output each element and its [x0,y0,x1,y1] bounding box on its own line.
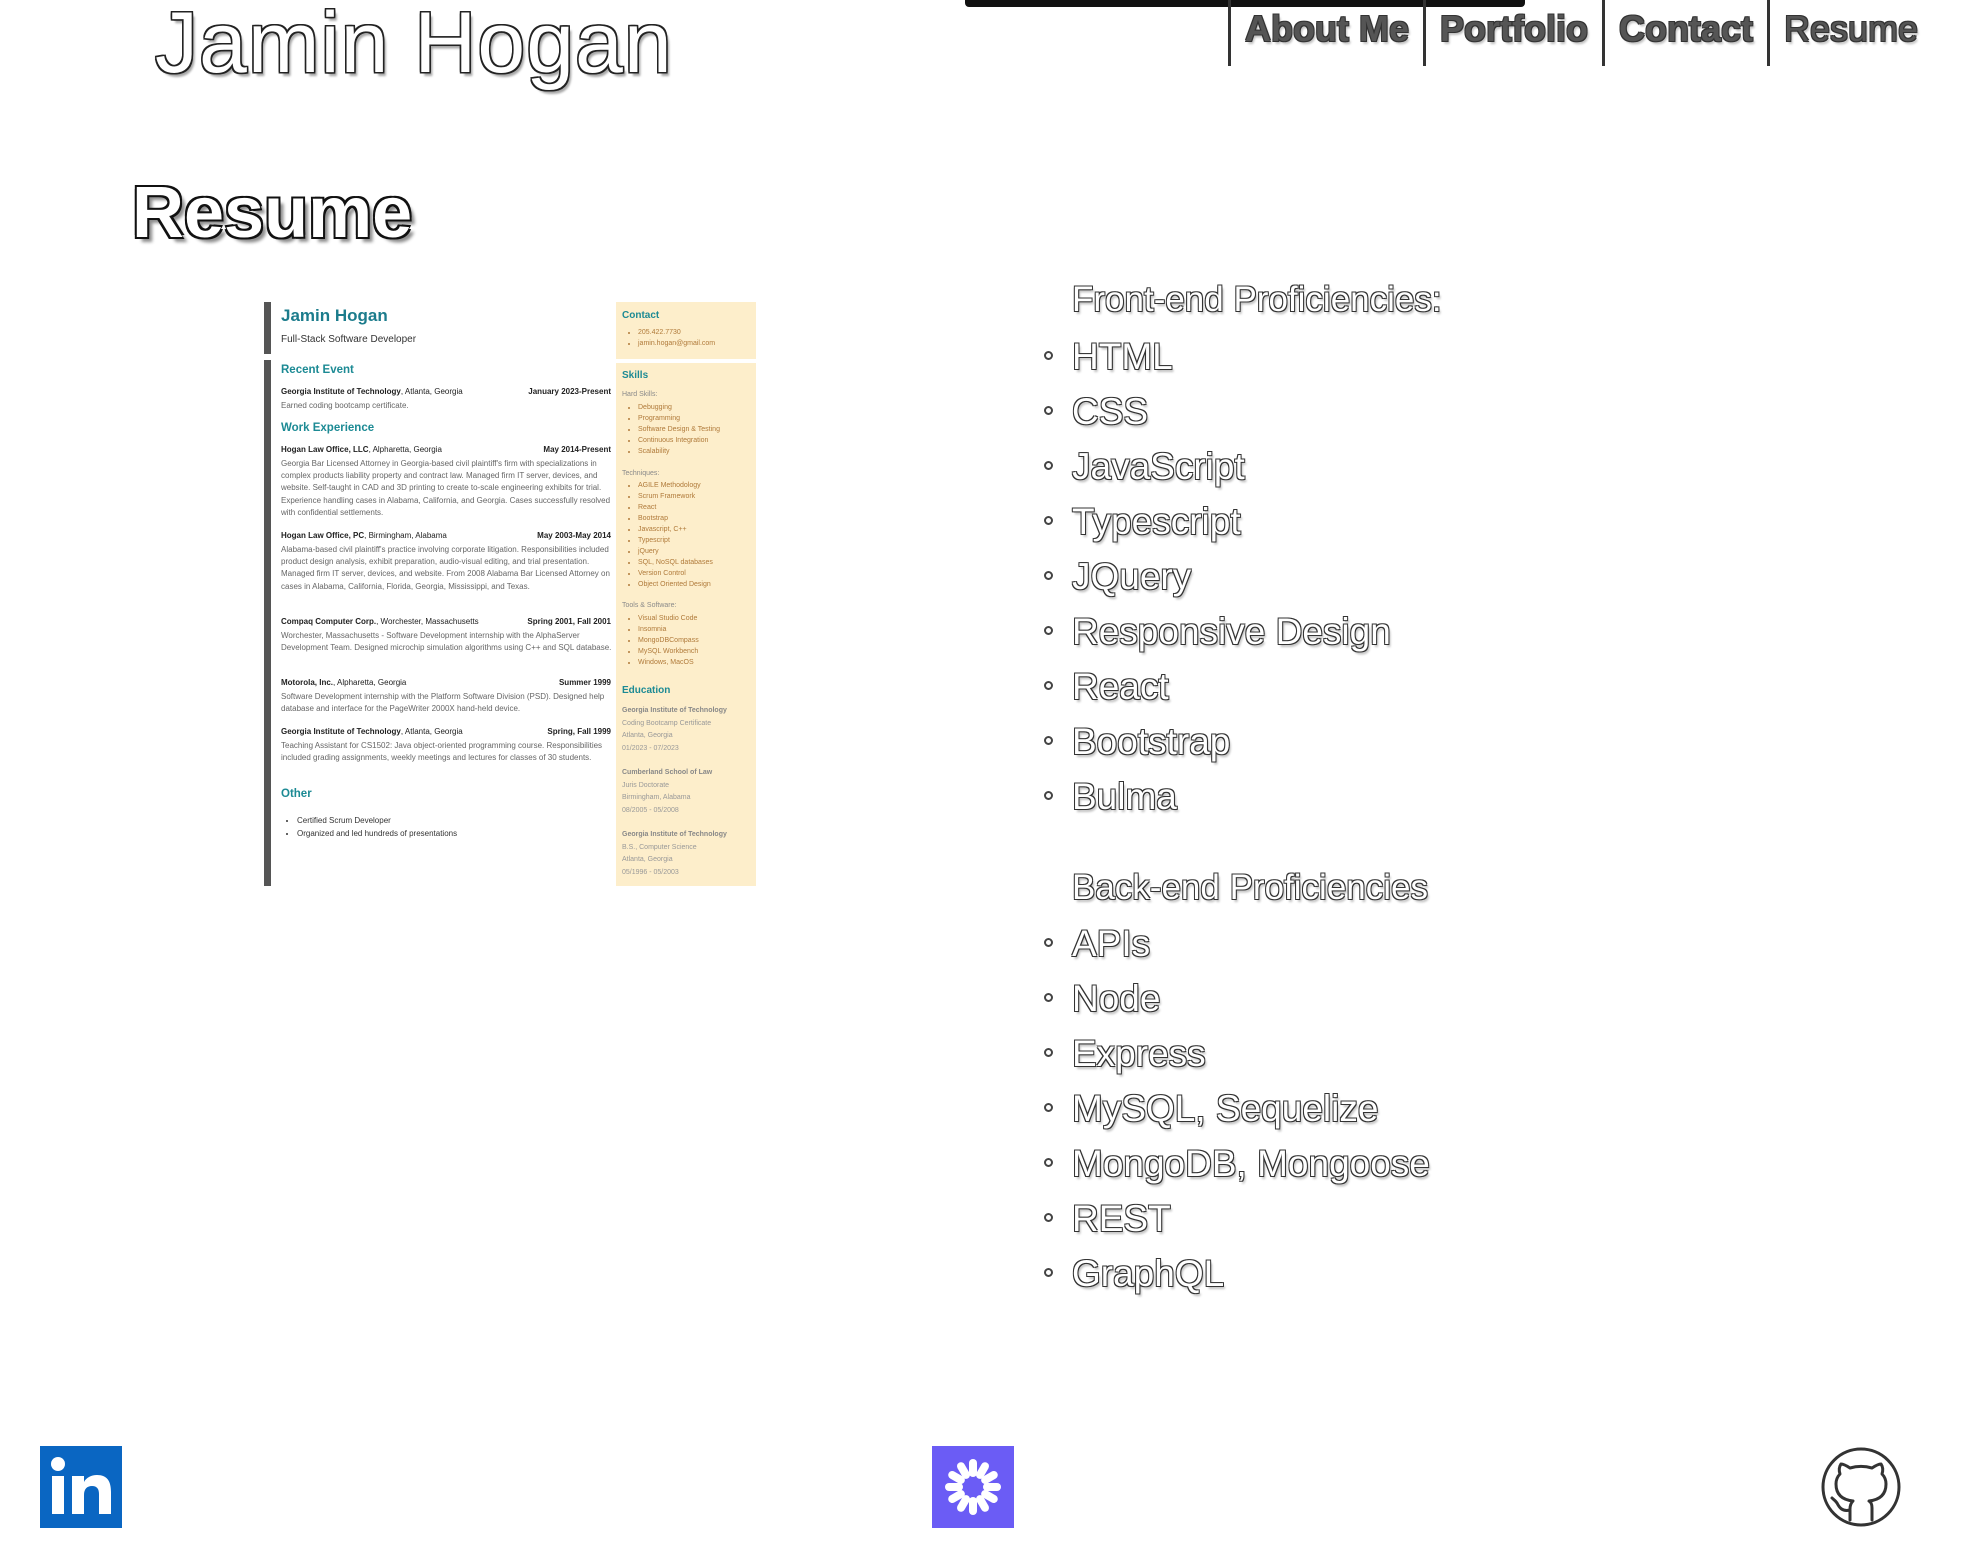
circle-bullet-icon [1044,791,1053,800]
circle-bullet-icon [1044,681,1053,690]
back-end-heading: Back-end Proficiencies [1072,868,1428,907]
resume-other-list: Certified Scrum Developer Organized and … [281,814,457,840]
resume-education-entry: Cumberland School of Law Juris Doctorate… [622,769,713,814]
list-item: Node [1044,971,1430,1026]
list-item: React [1044,659,1391,714]
resume-entry-head: Motorola, Inc., Alpharetta, Georgia Summ… [281,678,611,687]
circle-bullet-icon [1044,626,1053,635]
back-end-list: APIs Node Express MySQL, Sequelize Mongo… [1044,916,1430,1301]
circle-bullet-icon [1044,1268,1053,1277]
resume-preview-image[interactable]: Jamin Hogan Full-Stack Software Develope… [264,302,756,886]
list-item: Bulma [1044,769,1391,824]
circle-bullet-icon [1044,993,1053,1002]
resume-contact-list: 205.422.7730 jamin.hogan@gmail.com [622,327,715,349]
resume-education-entry: Georgia Institute of Technology Coding B… [622,707,727,752]
circle-bullet-icon [1044,1158,1053,1167]
resume-techniques-list: AGILE Methodology Scrum Framework React … [622,480,713,590]
circle-bullet-icon [1044,351,1053,360]
resume-entry-body: Worchester, Massachusetts - Software Dev… [281,631,612,653]
main-nav: About Me Portfolio Contact Resume [1228,0,1932,66]
resume-entry-head: Hogan Law Office, PC, Birmingham, Alabam… [281,531,611,540]
github-icon[interactable] [1820,1446,1902,1528]
resume-contact-heading: Contact [622,310,660,321]
resume-entry-body: Alabama-based civil plaintiff's practice… [281,545,610,591]
resume-entry-head: Hogan Law Office, LLC, Alpharetta, Georg… [281,445,611,454]
circle-bullet-icon [1044,736,1053,745]
linkedin-icon[interactable] [40,1446,122,1528]
resume-tools-list: Visual Studio Code Insomnia MongoDBCompa… [622,613,699,668]
resume-sidebar: Contact 205.422.7730 jamin.hogan@gmail.c… [616,302,756,886]
list-item: Typescript [1044,494,1391,549]
resume-education-entry: Georgia Institute of Technology B.S., Co… [622,831,727,876]
circle-bullet-icon [1044,1213,1053,1222]
circle-bullet-icon [1044,516,1053,525]
resume-entry-head: Georgia Institute of Technology, Atlanta… [281,387,611,396]
resume-recent-event-heading: Recent Event [281,364,354,376]
list-item: MongoDB, Mongoose [1044,1136,1430,1191]
circle-bullet-icon [1044,1103,1053,1112]
resume-skills-heading: Skills [622,370,649,381]
resume-other-heading: Other [281,788,312,800]
resume-entry-head: Georgia Institute of Technology, Atlanta… [281,727,611,736]
resume-entry-body: Earned coding bootcamp certificate. [281,401,409,410]
front-end-heading: Front-end Proficiencies: [1072,280,1442,319]
resume-entry-head: Compaq Computer Corp., Worchester, Massa… [281,617,611,626]
list-item: GraphQL [1044,1246,1430,1301]
circle-bullet-icon [1044,571,1053,580]
list-item: APIs [1044,916,1430,971]
resume-hard-skills-list: Debugging Programming Software Design & … [622,402,720,457]
handshake-icon[interactable] [932,1446,1014,1528]
circle-bullet-icon [1044,406,1053,415]
site-name: Jamin Hogan [155,0,673,91]
list-item: REST [1044,1191,1430,1246]
handshake-logo-icon [932,1446,1014,1528]
resume-subtitle: Full-Stack Software Developer [281,334,417,345]
list-item: HTML [1044,329,1391,384]
circle-bullet-icon [1044,938,1053,947]
resume-name: Jamin Hogan [281,306,388,325]
nav-resume[interactable]: Resume [1766,0,1932,66]
resume-accent-bar [264,302,271,886]
list-item: Responsive Design [1044,604,1391,659]
resume-entry-body: Georgia Bar Licensed Attorney in Georgia… [281,459,611,517]
list-item: Express [1044,1026,1430,1081]
circle-bullet-icon [1044,1048,1053,1057]
nav-portfolio[interactable]: Portfolio [1422,0,1602,66]
circle-bullet-icon [1044,461,1053,470]
github-logo-icon [1821,1447,1901,1527]
nav-contact[interactable]: Contact [1601,0,1767,66]
linkedin-logo-icon [40,1446,122,1528]
list-item: Bootstrap [1044,714,1391,769]
resume-entry-body: Teaching Assistant for CS1502: Java obje… [281,741,603,763]
resume-entry-body: Software Development internship with the… [281,692,605,714]
section-title: Resume [132,173,413,253]
list-item: CSS [1044,384,1391,439]
nav-about-me[interactable]: About Me [1228,0,1423,66]
list-item: JavaScript [1044,439,1391,494]
list-item: MySQL, Sequelize [1044,1081,1430,1136]
resume-work-heading: Work Experience [281,422,375,434]
list-item: JQuery [1044,549,1391,604]
front-end-list: HTML CSS JavaScript Typescript JQuery Re… [1044,329,1391,824]
resume-education-heading: Education [622,685,671,696]
